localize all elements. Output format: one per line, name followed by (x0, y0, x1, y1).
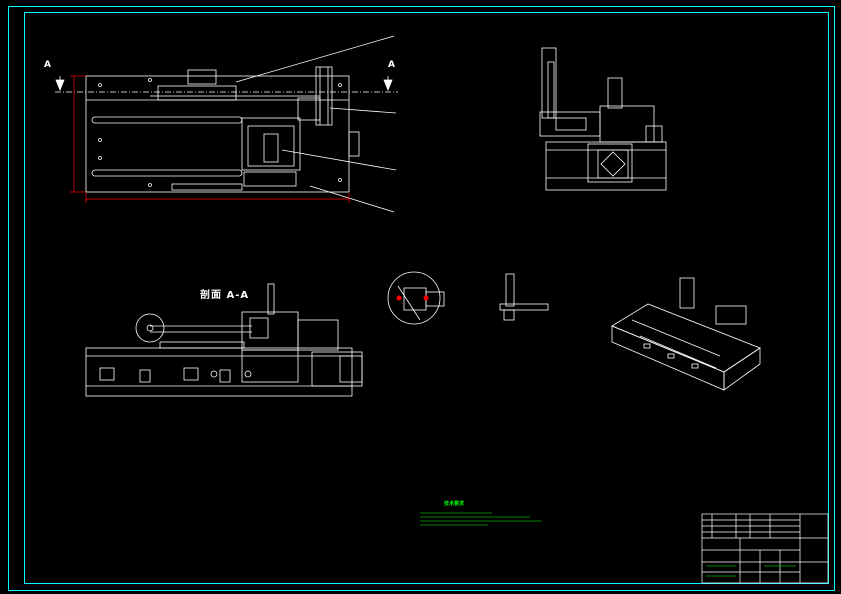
section-title: 剖面 A-A (200, 288, 249, 301)
side-view (539, 47, 667, 191)
detail-view-right (499, 273, 549, 321)
section-mark-right: A (388, 60, 395, 70)
title-block-text-marks (706, 565, 796, 577)
detail-markers (396, 295, 429, 301)
plan-view (55, 35, 398, 213)
title-block (701, 513, 829, 584)
notes-title: 技术要求 (444, 500, 465, 507)
section-mark-left: A (44, 60, 51, 70)
outer-frame (8, 6, 835, 591)
detail-view-left (387, 271, 445, 325)
drawing-sheet: 剖面 A-A 技术要求 (8, 6, 835, 591)
isometric-view (611, 277, 761, 391)
notes-lines (420, 512, 542, 526)
